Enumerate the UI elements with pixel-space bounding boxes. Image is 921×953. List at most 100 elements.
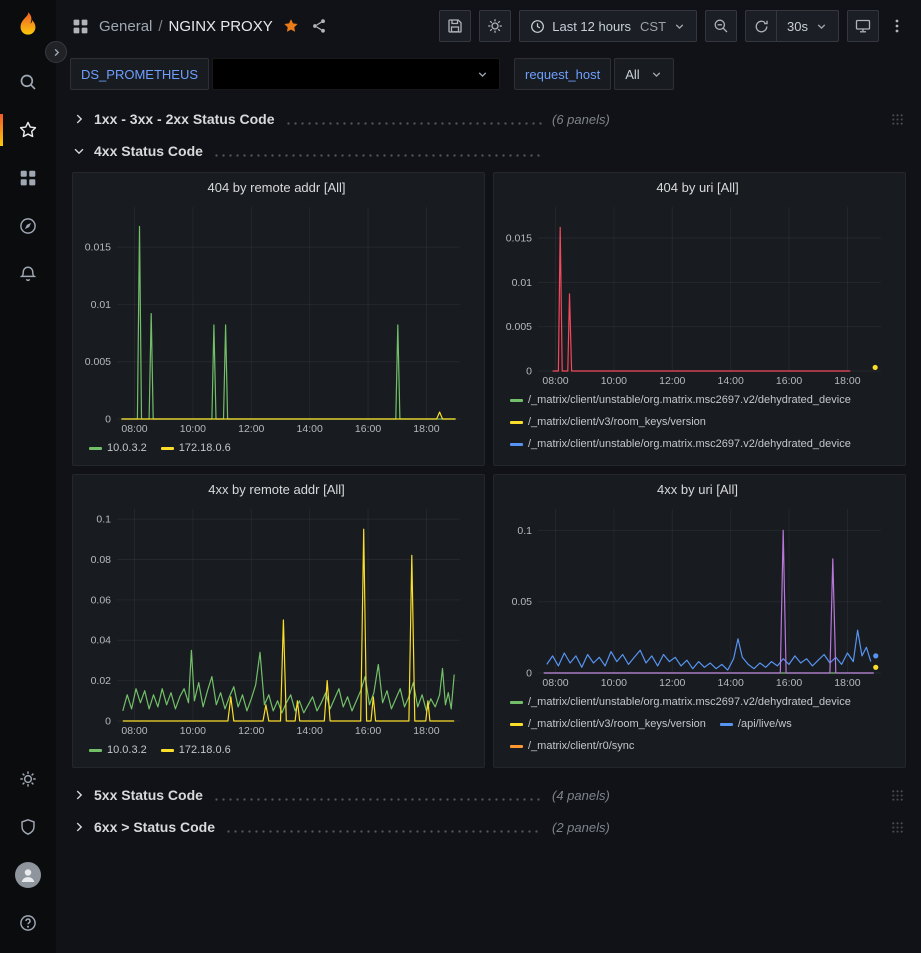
dashboard-row-1xx-3xx-2xx[interactable]: 1xx - 3xx - 2xx Status Code (6 panels)	[72, 104, 906, 134]
zoom-out-button[interactable]	[705, 10, 737, 42]
panel-legend: 10.0.3.2 172.18.0.6	[79, 435, 474, 461]
legend-series-color-mark	[89, 749, 102, 752]
panel-4xx-by-remote-addr: 4xx by remote addr [All] 08:0010:0012:00…	[72, 474, 485, 768]
svg-text:10:00: 10:00	[180, 423, 206, 435]
refresh-button[interactable]	[745, 10, 777, 42]
explore-compass-icon[interactable]	[0, 202, 56, 250]
row-drag-handle-icon[interactable]	[891, 113, 904, 126]
svg-text:0.005: 0.005	[85, 356, 111, 368]
svg-text:14:00: 14:00	[718, 375, 744, 387]
tv-kiosk-button[interactable]	[847, 10, 879, 42]
panel-title[interactable]: 404 by uri [All]	[500, 177, 895, 199]
server-admin-shield-icon[interactable]	[0, 803, 56, 851]
breadcrumb-section[interactable]: General	[99, 18, 152, 35]
sidebar-expand-button[interactable]	[45, 41, 67, 63]
legend-item[interactable]: /api/live/ws	[720, 713, 792, 735]
dashboard-row-5xx[interactable]: 5xx Status Code (4 panels)	[72, 780, 906, 810]
variable-label-ds-prometheus[interactable]: DS_PROMETHEUS	[70, 58, 209, 90]
row-title: 4xx Status Code	[94, 143, 203, 159]
chart-4xx-by-uri[interactable]: 08:0010:0012:0014:0016:0018:0000.050.1	[500, 501, 895, 689]
legend-item[interactable]: 172.18.0.6	[161, 437, 231, 459]
legend-item[interactable]: /_matrix/client/v3/room_keys/version	[510, 411, 706, 433]
row-drag-handle-icon[interactable]	[891, 789, 904, 802]
variable-label-request-host[interactable]: request_host	[514, 58, 611, 90]
svg-text:18:00: 18:00	[413, 725, 439, 737]
row-panel-count: (4 panels)	[552, 788, 610, 803]
legend-series-color-mark	[510, 443, 523, 446]
search-icon[interactable]	[0, 58, 56, 106]
refresh-button-group: 30s	[745, 10, 839, 42]
dashboard-settings-button[interactable]	[479, 10, 511, 42]
kebab-menu-icon[interactable]	[887, 16, 907, 36]
dashboards-icon[interactable]	[0, 154, 56, 202]
row-title: 1xx - 3xx - 2xx Status Code	[94, 111, 275, 127]
panel-legend: /_matrix/client/unstable/org.matrix.msc2…	[500, 387, 895, 461]
dashboard-row-6xx[interactable]: 6xx > Status Code (2 panels)	[72, 812, 906, 842]
legend-series-color-mark	[720, 723, 733, 726]
svg-text:0: 0	[105, 716, 111, 728]
row-drag-handle-icon[interactable]	[891, 821, 904, 834]
favorite-star-icon[interactable]	[281, 16, 301, 36]
legend-item[interactable]: 10.0.3.2	[89, 739, 147, 761]
chevron-down-icon	[673, 20, 686, 33]
panel-title[interactable]: 4xx by uri [All]	[500, 479, 895, 501]
svg-text:10:00: 10:00	[601, 677, 627, 689]
row-panel-count: (2 panels)	[552, 820, 610, 835]
legend-item[interactable]: 10.0.3.2	[89, 437, 147, 459]
variable-request-host: request_host All	[514, 58, 674, 90]
request-host-value: All	[625, 67, 639, 82]
svg-text:0.02: 0.02	[91, 675, 112, 687]
dashboard-row-4xx[interactable]: 4xx Status Code	[72, 136, 906, 166]
legend-item[interactable]: 172.18.0.6	[161, 739, 231, 761]
svg-text:0.04: 0.04	[91, 635, 112, 647]
time-range-picker[interactable]: Last 12 hours CST	[519, 10, 697, 42]
svg-text:0: 0	[526, 668, 532, 680]
chevron-down-icon	[72, 144, 90, 158]
grafana-logo[interactable]	[11, 10, 45, 44]
panel-title[interactable]: 404 by remote addr [All]	[79, 177, 474, 199]
legend-item[interactable]: /_matrix/client/v3/room_keys/version	[510, 455, 706, 461]
svg-text:16:00: 16:00	[776, 375, 802, 387]
row-dotted-leader	[213, 154, 542, 157]
chart-404-by-remote-addr[interactable]: 08:0010:0012:0014:0016:0018:0000.0050.01…	[79, 199, 474, 435]
row-dotted-leader	[213, 798, 542, 801]
legend-item[interactable]: /_matrix/client/unstable/org.matrix.msc2…	[510, 691, 851, 713]
svg-text:0.1: 0.1	[96, 514, 111, 526]
request-host-value-dropdown[interactable]: All	[614, 58, 673, 90]
refresh-interval-label: 30s	[787, 19, 808, 34]
legend-item[interactable]: /_matrix/client/unstable/org.matrix.msc2…	[510, 433, 851, 455]
avatar	[15, 862, 41, 888]
row-dotted-leader	[285, 122, 542, 125]
save-button[interactable]	[439, 10, 471, 42]
row-title: 6xx > Status Code	[94, 819, 215, 835]
chart-4xx-by-remote-addr[interactable]: 08:0010:0012:0014:0016:0018:0000.020.040…	[79, 501, 474, 737]
legend-series-color-mark	[161, 447, 174, 450]
legend-series-color-mark	[89, 447, 102, 450]
svg-text:08:00: 08:00	[542, 677, 568, 689]
legend-item[interactable]: /_matrix/client/unstable/org.matrix.msc2…	[510, 757, 851, 763]
starred-nav-icon[interactable]	[0, 106, 56, 154]
apps-grid-icon[interactable]	[70, 16, 91, 37]
legend-item[interactable]: /_matrix/client/unstable/org.matrix.msc2…	[510, 389, 851, 411]
legend-series-color-mark	[510, 421, 523, 424]
svg-text:0.01: 0.01	[512, 277, 533, 289]
svg-text:08:00: 08:00	[121, 423, 147, 435]
share-icon[interactable]	[309, 16, 329, 36]
legend-item[interactable]: /sw.js	[720, 455, 765, 461]
alerting-bell-icon[interactable]	[0, 250, 56, 298]
svg-text:08:00: 08:00	[542, 375, 568, 387]
panel-title[interactable]: 4xx by remote addr [All]	[79, 479, 474, 501]
configuration-gear-icon[interactable]	[0, 755, 56, 803]
refresh-interval-dropdown[interactable]: 30s	[777, 10, 839, 42]
legend-item[interactable]: /_matrix/client/v3/room_keys/version	[510, 713, 706, 735]
svg-text:18:00: 18:00	[413, 423, 439, 435]
user-avatar[interactable]	[0, 851, 56, 899]
legend-item[interactable]: /_matrix/client/r0/sync	[510, 735, 634, 757]
time-range-label: Last 12 hours	[552, 19, 631, 34]
dashboard-title[interactable]: NGINX PROXY	[169, 18, 273, 35]
svg-text:0.05: 0.05	[512, 596, 533, 608]
help-icon[interactable]	[0, 899, 56, 947]
chart-404-by-uri[interactable]: 08:0010:0012:0014:0016:0018:0000.0050.01…	[500, 199, 895, 387]
chevron-down-icon	[650, 68, 663, 81]
datasource-value-dropdown[interactable]	[212, 58, 500, 90]
